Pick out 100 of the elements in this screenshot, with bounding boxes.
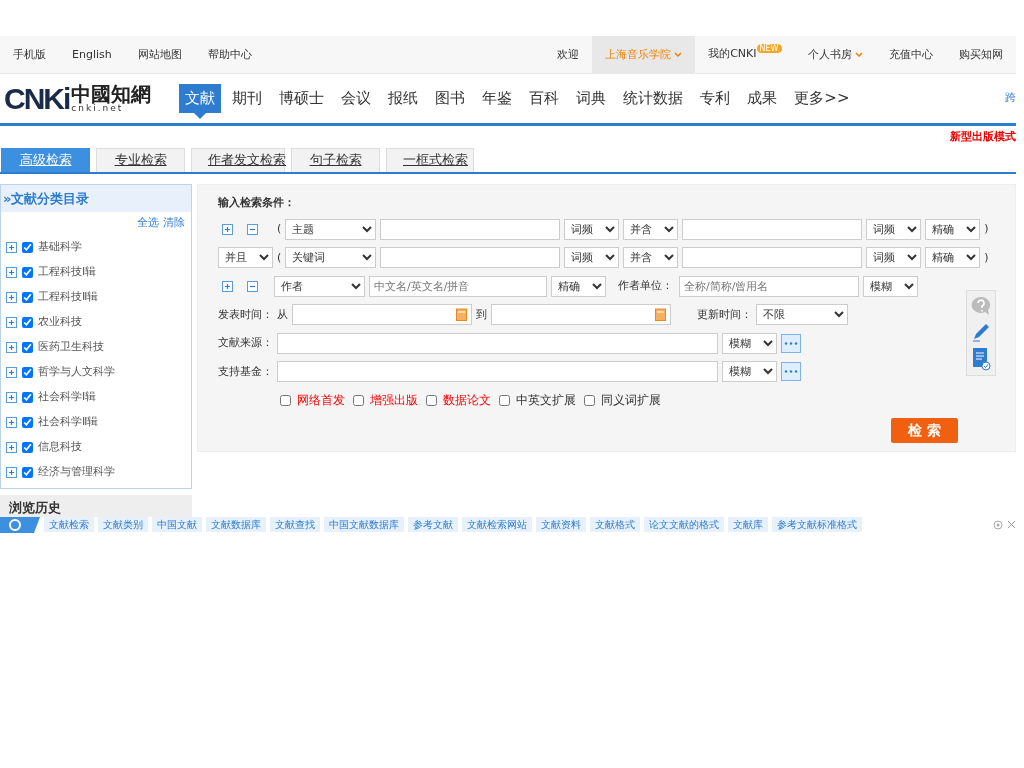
related-link[interactable]: 参考文献标准格式 xyxy=(772,517,862,532)
date-field[interactable] xyxy=(491,304,671,326)
option-label[interactable]: 增强出版 xyxy=(370,391,418,410)
expand-icon[interactable] xyxy=(6,416,17,428)
option-label[interactable]: 数据论文 xyxy=(443,391,491,410)
related-link[interactable]: 文献查找 xyxy=(270,517,320,532)
nav-tab[interactable]: 会议 xyxy=(335,84,378,113)
checkbox[interactable] xyxy=(22,316,33,328)
affiliation-field[interactable]: 全称/简称/曾用名 xyxy=(679,275,859,297)
checkbox[interactable] xyxy=(499,394,510,406)
category-label[interactable]: 经济与管理科学 xyxy=(38,463,115,481)
related-link[interactable]: 文献检索 xyxy=(44,517,94,532)
user-menu-item[interactable]: 充值中心 xyxy=(876,35,946,74)
category-label[interactable]: 医药卫生科技 xyxy=(38,338,104,356)
add-icon[interactable] xyxy=(222,223,233,235)
expand-icon[interactable] xyxy=(6,341,17,353)
date-field[interactable] xyxy=(292,304,472,326)
nav-tab[interactable]: 博硕士 xyxy=(273,84,331,113)
checkbox[interactable] xyxy=(22,366,33,378)
related-link[interactable]: 文献格式 xyxy=(590,517,640,532)
field-dropdown[interactable]: 主题 xyxy=(285,218,377,240)
more-button[interactable] xyxy=(781,333,801,353)
match-dropdown[interactable]: 模糊 xyxy=(722,361,777,383)
nav-tab[interactable]: 百科 xyxy=(523,84,566,113)
expand-icon[interactable] xyxy=(6,241,17,253)
match-dropdown[interactable]: 精确 xyxy=(925,218,981,240)
category-label[interactable]: 社会科学Ⅰ辑 xyxy=(38,388,97,406)
user-menu-item[interactable]: 个人书房 xyxy=(794,35,876,74)
operator-dropdown[interactable]: 并含 xyxy=(623,218,679,240)
match-dropdown[interactable]: 精确 xyxy=(551,275,606,297)
related-link[interactable]: 参考文献 xyxy=(408,517,458,532)
checkbox[interactable] xyxy=(584,394,595,406)
nav-tab[interactable]: 报纸 xyxy=(382,84,425,113)
input-field[interactable] xyxy=(277,332,718,354)
top-link[interactable]: 帮助中心 xyxy=(194,35,265,74)
input-field[interactable] xyxy=(682,218,863,240)
match-dropdown[interactable]: 模糊 xyxy=(722,332,777,354)
match-dropdown[interactable]: 模糊 xyxy=(863,275,918,297)
match-dropdown[interactable]: 精确 xyxy=(925,247,981,269)
checkbox[interactable] xyxy=(426,394,437,406)
nav-link[interactable]: 跨 xyxy=(1005,90,1016,107)
checkbox[interactable] xyxy=(22,241,33,253)
related-link[interactable]: 中国文献 xyxy=(152,517,202,532)
operator-dropdown[interactable]: 并含 xyxy=(623,247,679,269)
related-link[interactable]: 中国文献数据库 xyxy=(324,517,404,532)
option-label[interactable]: 同义词扩展 xyxy=(601,391,661,410)
remove-icon[interactable] xyxy=(247,280,258,292)
nav-tab[interactable]: 成果 xyxy=(741,84,784,113)
search-tab[interactable]: 句子检索 xyxy=(291,148,380,172)
category-label[interactable]: 哲学与人文科学 xyxy=(38,363,115,381)
user-menu-item[interactable]: 购买知网 xyxy=(946,35,1016,74)
checkbox[interactable] xyxy=(22,391,33,403)
nav-tab[interactable]: 统计数据 xyxy=(617,84,690,113)
user-menu-item[interactable]: 我的CNKI $^{NEW}$ xyxy=(695,35,795,74)
logic-dropdown[interactable]: 并且 xyxy=(218,247,273,269)
nav-tab[interactable]: 期刊 xyxy=(226,84,269,113)
checkbox[interactable] xyxy=(22,291,33,303)
notice-link[interactable]: 新型出版模式 xyxy=(0,126,1016,148)
search-tab[interactable]: 作者发文检索 xyxy=(191,148,285,172)
action-link[interactable]: 清除 xyxy=(163,216,185,229)
expand-icon[interactable] xyxy=(6,391,17,403)
frequency-dropdown[interactable]: 词频 xyxy=(564,247,620,269)
related-link[interactable]: 文献库 xyxy=(728,517,768,532)
expand-icon[interactable] xyxy=(6,291,17,303)
frequency-dropdown[interactable]: 词频 xyxy=(866,218,922,240)
expand-icon[interactable] xyxy=(6,441,17,453)
nav-tab[interactable]: 图书 xyxy=(429,84,472,113)
expand-icon[interactable] xyxy=(6,266,17,278)
update-dropdown[interactable]: 不限 xyxy=(756,304,848,326)
top-link[interactable]: English xyxy=(59,35,125,74)
related-link[interactable]: 文献数据库 xyxy=(206,517,266,532)
top-link[interactable]: 手机版 xyxy=(0,35,59,74)
input-field[interactable] xyxy=(682,247,863,269)
checkbox[interactable] xyxy=(280,394,291,406)
frequency-dropdown[interactable]: 词频 xyxy=(866,247,922,269)
checkbox[interactable] xyxy=(22,441,33,453)
frequency-dropdown[interactable]: 词频 xyxy=(564,218,620,240)
expand-icon[interactable] xyxy=(6,366,17,378)
category-label[interactable]: 社会科学Ⅱ辑 xyxy=(38,413,99,431)
nav-tab[interactable]: 专利 xyxy=(694,84,737,113)
option-label[interactable]: 网络首发 xyxy=(297,391,345,410)
top-link[interactable]: 网站地图 xyxy=(124,35,195,74)
option-label[interactable]: 中英文扩展 xyxy=(516,391,576,410)
more-button[interactable] xyxy=(781,362,801,382)
checkbox[interactable] xyxy=(22,266,33,278)
action-link[interactable]: 全选 xyxy=(137,216,159,229)
search-tab[interactable]: 专业检索 xyxy=(96,148,185,172)
related-link[interactable]: 文献检索网站 xyxy=(462,517,532,532)
checkbox[interactable] xyxy=(353,394,364,406)
category-label[interactable]: 农业科技 xyxy=(38,313,82,331)
checkbox[interactable] xyxy=(22,416,33,428)
expand-icon[interactable] xyxy=(6,466,17,478)
search-tab[interactable]: 一框式检索 xyxy=(386,148,474,172)
add-icon[interactable] xyxy=(222,280,233,292)
input-field[interactable] xyxy=(277,361,718,383)
nav-tab[interactable]: 更多>> xyxy=(788,84,856,113)
input-field[interactable] xyxy=(380,218,561,240)
field-dropdown[interactable]: 关键词 xyxy=(285,247,377,269)
related-link[interactable]: 文献资料 xyxy=(536,517,586,532)
expand-icon[interactable] xyxy=(6,316,17,328)
